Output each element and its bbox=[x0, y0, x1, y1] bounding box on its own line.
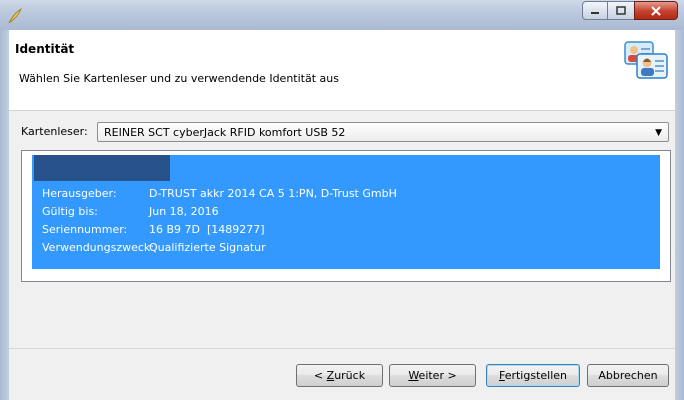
issuer-value: D-TRUST akkr 2014 CA 5 1:PN, D-Trust Gmb… bbox=[149, 187, 397, 200]
next-button-mnemonic: W bbox=[408, 369, 419, 382]
finish-button[interactable]: Fertigstellen bbox=[486, 364, 580, 387]
dropdown-arrow-icon[interactable]: ▼ bbox=[655, 128, 662, 138]
close-icon bbox=[651, 5, 661, 16]
page-subtitle: Wählen Sie Kartenleser und zu verwendend… bbox=[19, 72, 339, 85]
page-title: Identität bbox=[15, 42, 75, 56]
app-feather-icon bbox=[8, 8, 22, 24]
usage-label: Verwendungszweck: bbox=[42, 241, 154, 254]
close-button[interactable] bbox=[634, 1, 678, 20]
identity-list-item[interactable]: Herausgeber: D-TRUST akkr 2014 CA 5 1:PN,… bbox=[32, 155, 660, 269]
window-frame-right bbox=[675, 30, 684, 400]
reader-dropdown[interactable]: REINER SCT cyberJack RFID komfort USB 52… bbox=[97, 122, 669, 142]
redacted-identity-name bbox=[34, 155, 170, 181]
back-button-label: urück bbox=[334, 369, 366, 382]
next-button-label: eiter > bbox=[418, 369, 457, 382]
valid-until-value: Jun 18, 2016 bbox=[149, 205, 219, 218]
cancel-button[interactable]: Abbrechen bbox=[587, 364, 669, 387]
reader-label: Kartenleser: bbox=[21, 125, 88, 138]
identity-row-issuer: Herausgeber: D-TRUST akkr 2014 CA 5 1:PN,… bbox=[42, 187, 397, 200]
button-bar-divider bbox=[9, 348, 675, 349]
window-controls bbox=[582, 1, 678, 21]
next-button[interactable]: Weiter > bbox=[389, 364, 476, 387]
issuer-label: Herausgeber: bbox=[42, 187, 117, 200]
serial-value: 16 B9 7D [1489277] bbox=[149, 223, 265, 236]
identity-row-valid-until: Gültig bis: Jun 18, 2016 bbox=[42, 205, 219, 218]
wizard-header: Identität Wählen Sie Kartenleser und zu … bbox=[9, 30, 675, 111]
identity-row-serial: Seriennummer: 16 B9 7D [1489277] bbox=[42, 223, 265, 236]
cancel-button-label: Abbrechen bbox=[598, 369, 658, 382]
window-frame-left bbox=[0, 30, 9, 400]
usage-value: Qualifizierte Signatur bbox=[149, 241, 266, 254]
identity-row-usage: Verwendungszweck:Qualifizierte Signatur bbox=[42, 241, 266, 254]
maximize-icon bbox=[616, 6, 626, 15]
maximize-button[interactable] bbox=[608, 1, 634, 20]
minimize-button[interactable] bbox=[582, 1, 608, 20]
identity-cards-icon bbox=[624, 41, 668, 79]
serial-label: Seriennummer: bbox=[42, 223, 128, 236]
minimize-icon bbox=[591, 11, 599, 14]
window-titlebar[interactable] bbox=[0, 0, 684, 30]
wizard-dialog: Identität Wählen Sie Kartenleser und zu … bbox=[9, 30, 675, 400]
finish-button-label: ertigstellen bbox=[504, 369, 568, 382]
back-button-prefix: < bbox=[313, 369, 327, 382]
reader-dropdown-value: REINER SCT cyberJack RFID komfort USB 52 bbox=[104, 126, 346, 139]
valid-until-label: Gültig bis: bbox=[42, 205, 98, 218]
identity-list[interactable]: Herausgeber: D-TRUST akkr 2014 CA 5 1:PN,… bbox=[21, 150, 671, 282]
back-button[interactable]: < Zurück bbox=[296, 364, 383, 387]
